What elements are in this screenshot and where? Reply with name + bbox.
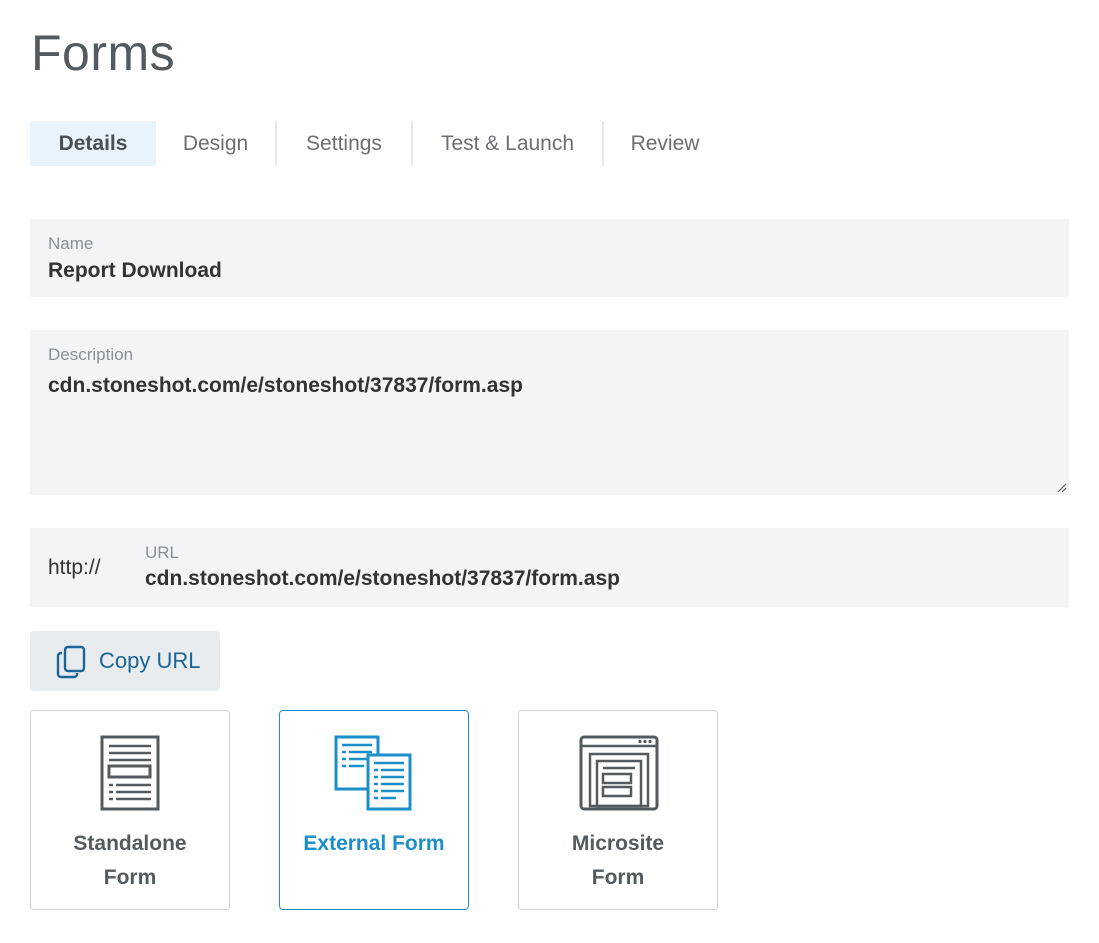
copy-url-label: Copy URL [99, 648, 201, 673]
url-field-label: URL [145, 543, 180, 562]
standalone-form-label: Standalone Form [73, 832, 187, 889]
microsite-form-label: Microsite Form [571, 832, 665, 889]
resize-handle-icon[interactable] [1055, 481, 1067, 493]
external-form-icon [334, 735, 412, 811]
tab-bar: Details Design Settings Test & Launch Re… [30, 121, 726, 166]
description-field-label: Description [48, 345, 134, 364]
external-form-label: External Form [303, 832, 445, 855]
microsite-form-icon [579, 735, 659, 811]
tab-design[interactable]: Design [156, 121, 275, 166]
page-title: Forms [31, 25, 176, 81]
name-field-value[interactable]: Report Download [48, 259, 222, 283]
microsite-form-card[interactable]: Microsite Form [518, 710, 718, 910]
name-field[interactable]: Name Report Download [30, 219, 1069, 297]
standalone-form-icon [100, 735, 160, 811]
url-field[interactable]: http:// URL cdn.stoneshot.com/e/stonesho… [30, 528, 1069, 607]
url-field-value[interactable]: cdn.stoneshot.com/e/stoneshot/37837/form… [145, 567, 620, 591]
description-field[interactable]: Description cdn.stoneshot.com/e/stonesho… [30, 330, 1069, 495]
tab-details[interactable]: Details [30, 121, 156, 166]
tab-review[interactable]: Review [604, 121, 726, 166]
tab-settings[interactable]: Settings [277, 121, 411, 166]
description-field-value[interactable]: cdn.stoneshot.com/e/stoneshot/37837/form… [48, 374, 523, 398]
copy-icon [56, 645, 86, 679]
name-field-label: Name [48, 234, 94, 253]
tab-test-launch[interactable]: Test & Launch [413, 121, 602, 166]
copy-url-button[interactable]: Copy URL [30, 631, 220, 691]
url-prefix: http:// [48, 556, 101, 579]
external-form-card[interactable]: External Form [279, 710, 469, 910]
standalone-form-card[interactable]: Standalone Form [30, 710, 230, 910]
